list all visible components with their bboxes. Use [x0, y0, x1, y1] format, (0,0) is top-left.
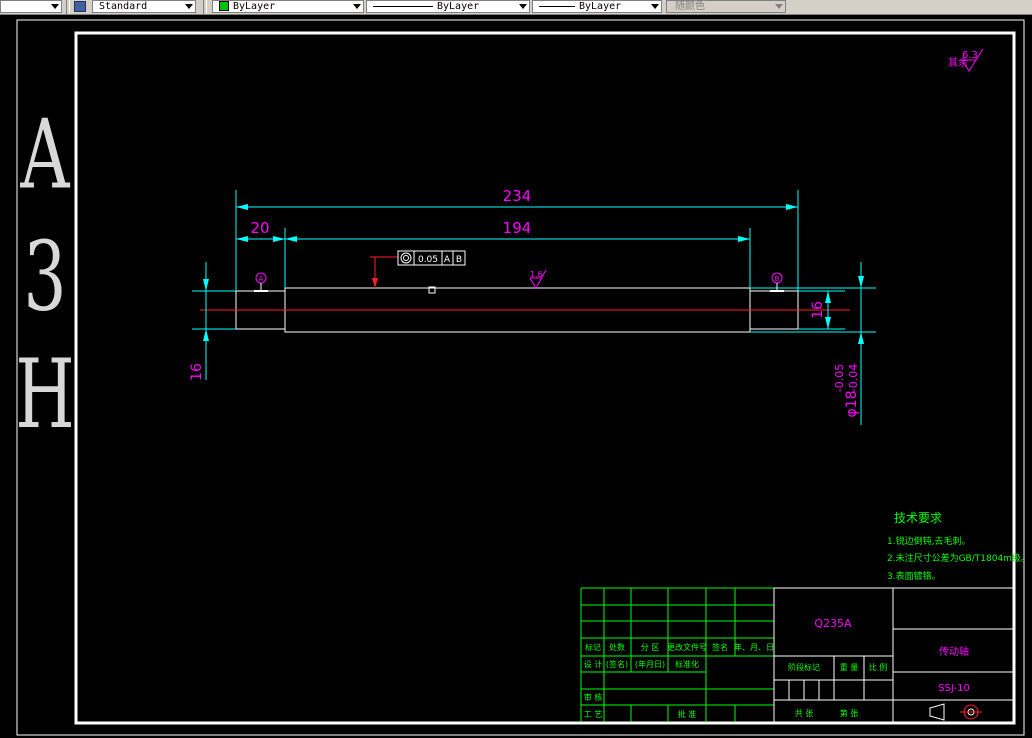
gdt-datum-b: B [456, 255, 462, 265]
lineweight-dropdown[interactable]: ByLayer [532, 0, 662, 13]
title-block-main-grid [773, 587, 1014, 722]
dim-middle-length-text: 194 [503, 219, 532, 237]
color-swatch-icon [219, 1, 229, 11]
drawing-canvas[interactable]: A 3 H 其余 6.3 234 194 20 16 16 φ18 -0.05 … [0, 14, 1032, 738]
extension-lines [192, 190, 876, 333]
tb-header-mark: 标记 [585, 642, 601, 652]
tb-sheet-number: 第 张 [840, 708, 859, 718]
properties-toolbar: Standard ByLayer ByLayer ByLayer 随颜色 [0, 0, 1032, 15]
tech-requirement-2: 2.未注尺寸公差为GB/T1804m级。 [887, 552, 1030, 564]
toolbar-separator [203, 0, 207, 14]
datum-marker-a-label: A [259, 275, 264, 283]
tb-row-std: 标准化 [675, 659, 699, 669]
gdt-datum-a: A [444, 255, 451, 265]
datum-marker-b-label: B [775, 275, 780, 283]
tb-header-date: 年、月、日 [734, 642, 774, 652]
format-letter-a: A [20, 99, 71, 211]
datum-marker-a[interactable]: A [254, 272, 268, 292]
surface-roughness-mark[interactable]: 1.6 [529, 269, 547, 289]
title-block-change-grid [580, 587, 774, 722]
lineweight-preview-icon [539, 5, 575, 7]
layer-color-dropdown[interactable]: ByLayer [212, 0, 364, 13]
text-style-dropdown[interactable]: Standard [92, 0, 196, 13]
tb-material: Q235A [814, 617, 852, 630]
tb-row-approve: 批 准 [678, 709, 697, 719]
gdt-tolerance-value: 0.05 [418, 255, 438, 265]
sheet-format-label: A 3 H [15, 99, 74, 450]
gdt-frame[interactable]: 0.05 A B [370, 250, 466, 288]
title-block[interactable]: 标记 处数 分 区 更改文件号 签名 年、月、日 设 计 (签名) (年月日) … [580, 587, 1014, 722]
dim-end-length[interactable]: 20 [236, 219, 285, 242]
dim-tolerance-upper: -0.05 [833, 364, 846, 392]
dim-right-diameter[interactable]: 16 [810, 291, 831, 329]
tb-row-date: (年月日) [635, 659, 665, 669]
tb-row-process: 工 艺 [584, 710, 603, 719]
roughness-value: 6.3 [962, 50, 978, 61]
tb-scale: 比 例 [869, 662, 888, 672]
dim-left-diameter-text: 16 [189, 363, 205, 381]
plot-style-value: 随颜色 [675, 1, 705, 12]
plot-style-dropdown[interactable]: 随颜色 [666, 0, 786, 13]
toolbar-separator [66, 0, 70, 14]
tb-header-zone: 分 区 [641, 643, 660, 652]
dim-tolerance-lower: -0.04 [847, 364, 860, 392]
dim-overall-length-text: 234 [503, 187, 532, 205]
tb-header-sign: 签名 [712, 642, 728, 652]
tech-requirement-3: 3.表面镀铬。 [887, 570, 941, 582]
surface-roughness-value: 1.6 [530, 270, 543, 279]
tb-row-review: 审 核 [584, 692, 603, 702]
lineweight-value: ByLayer [579, 1, 622, 12]
text-style-value: Standard [99, 1, 148, 12]
linetype-value: ByLayer [437, 1, 480, 12]
tb-drawing-number: SSJ-10 [938, 683, 970, 694]
format-letter-h: H [15, 338, 74, 450]
dim-main-diameter[interactable]: φ18 -0.05 -0.04 [833, 262, 864, 425]
tech-requirements: 技术要求 1.锐边倒钝,去毛刺。 2.未注尺寸公差为GB/T1804m级。 3.… [887, 511, 1030, 582]
linetype-dropdown[interactable]: ByLayer [366, 0, 530, 13]
tb-row-design: 设 计 [584, 659, 603, 669]
roughness-note: 其余 6.3 [948, 48, 984, 72]
tech-requirements-title: 技术要求 [894, 511, 942, 525]
linetype-preview-icon [373, 5, 433, 7]
tb-row-sign: (签名) [606, 659, 628, 669]
inner-border [74, 31, 1016, 725]
tb-weight: 重 量 [840, 662, 859, 672]
dim-middle-length[interactable]: 194 [285, 219, 750, 242]
tb-header-docno: 更改文件号 [667, 642, 707, 652]
outer-frame [16, 19, 1025, 736]
dim-right-diameter-text: 16 [810, 301, 826, 319]
concentricity-icon [400, 252, 412, 264]
layer-color-value: ByLayer [233, 1, 276, 12]
text-style-icon[interactable] [74, 1, 86, 12]
dim-main-diameter-text: φ18 [844, 390, 860, 417]
tb-total-sheets: 共 张 [795, 709, 814, 718]
dim-overall-length[interactable]: 234 [236, 187, 798, 210]
text-style-prev-dropdown[interactable] [0, 0, 62, 13]
projection-symbol-icon [929, 703, 982, 721]
tb-stage-mark: 阶段标记 [788, 662, 820, 672]
dim-left-diameter[interactable]: 16 [189, 262, 209, 381]
tb-part-name: 传动轴 [939, 645, 969, 658]
format-digit-3: 3 [23, 221, 66, 333]
tb-header-count: 处数 [609, 642, 625, 652]
dim-end-length-text: 20 [250, 219, 269, 237]
tech-requirement-1: 1.锐边倒钝,去毛刺。 [887, 535, 970, 547]
